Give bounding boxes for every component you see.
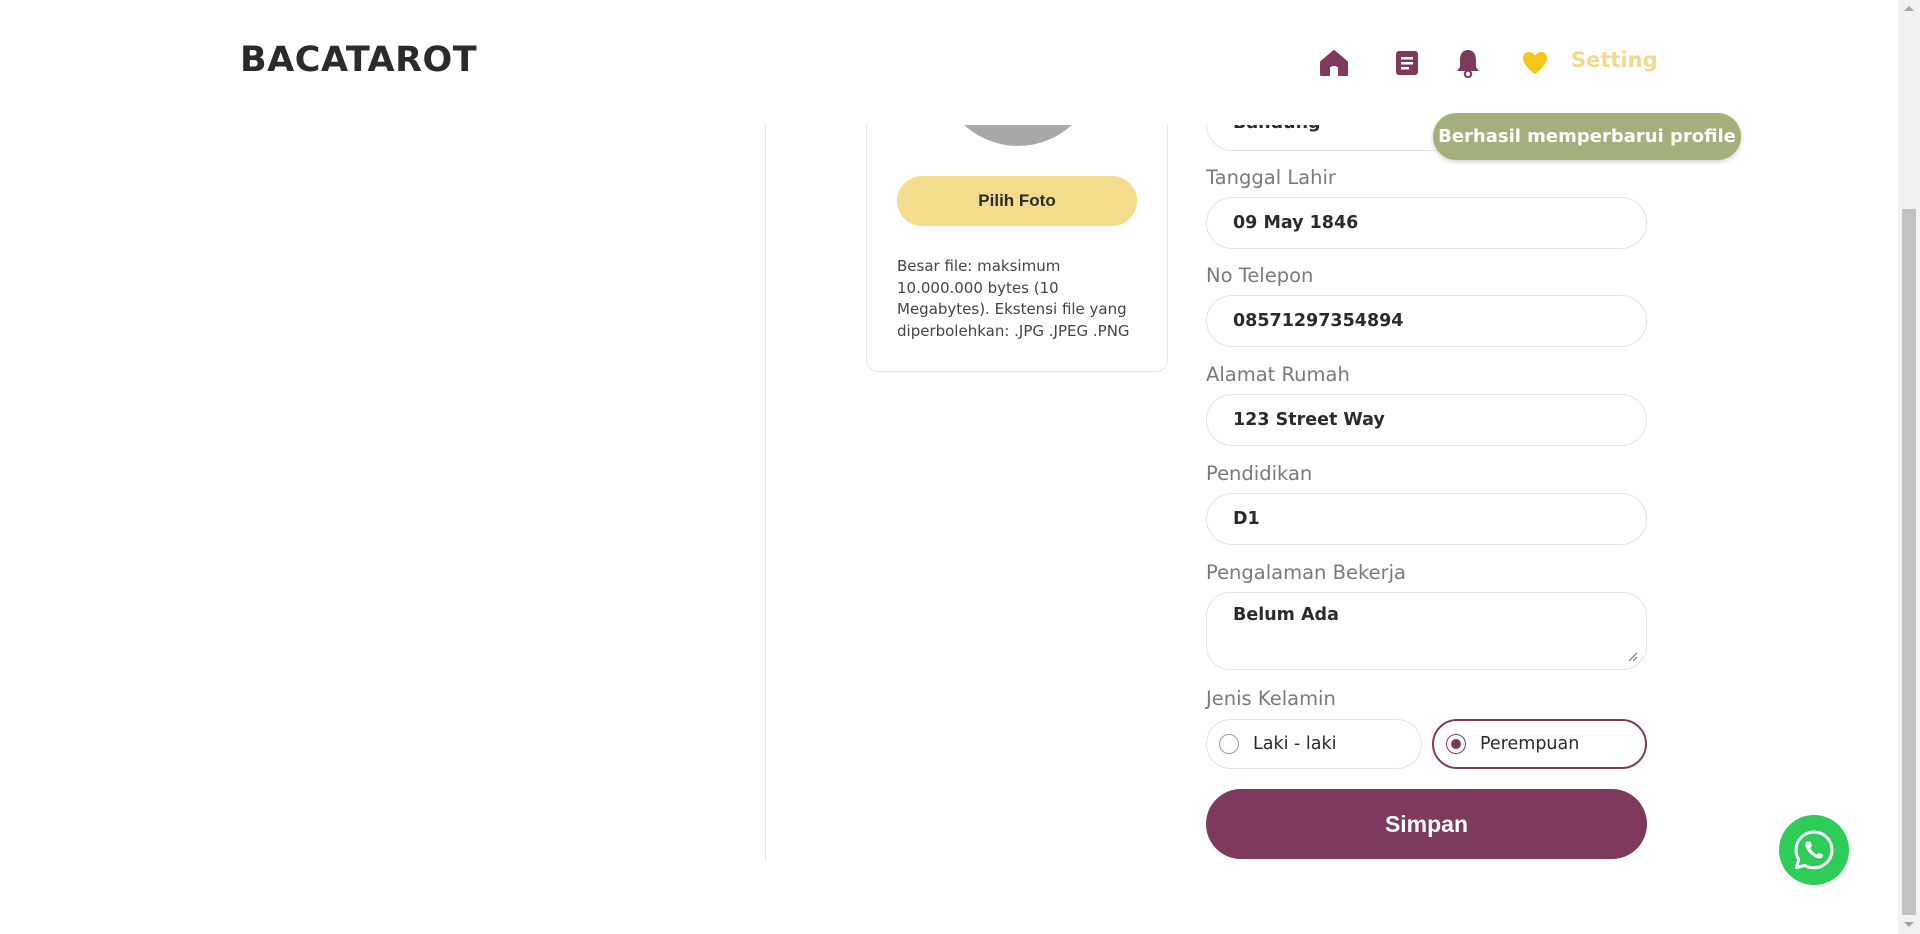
top-header: BACATAROT Setting bbox=[0, 0, 1898, 125]
address-input[interactable]: 123 Street Way bbox=[1206, 394, 1647, 446]
gender-option-male[interactable]: Laki - laki bbox=[1206, 719, 1422, 769]
nav-home[interactable] bbox=[1316, 45, 1352, 81]
gender-option-male-label: Laki - laki bbox=[1253, 734, 1337, 754]
experience-value: Belum Ada bbox=[1233, 605, 1339, 625]
address-label: Alamat Rumah bbox=[1206, 363, 1350, 386]
resize-grip-icon[interactable] bbox=[1628, 652, 1638, 662]
brand-logo[interactable]: BACATAROT bbox=[240, 40, 477, 80]
bell-icon bbox=[1457, 50, 1479, 78]
experience-label: Pengalaman Bekerja bbox=[1206, 561, 1406, 584]
file-size-note: Besar file: maksimum 10.000.000 bytes (1… bbox=[897, 257, 1130, 340]
nav-favorites[interactable] bbox=[1517, 45, 1553, 81]
save-button[interactable]: Simpan bbox=[1206, 789, 1647, 859]
nav-articles[interactable] bbox=[1389, 45, 1425, 81]
pick-photo-button[interactable]: Pilih Foto bbox=[897, 176, 1137, 226]
scroll-down-arrow-icon[interactable] bbox=[1904, 922, 1914, 927]
heart-icon bbox=[1523, 52, 1547, 74]
education-input[interactable]: D1 bbox=[1206, 493, 1647, 545]
home-icon bbox=[1320, 50, 1348, 76]
phone-input[interactable]: 08571297354894 bbox=[1206, 295, 1647, 347]
birthdate-input[interactable]: 09 May 1846 bbox=[1206, 197, 1647, 249]
experience-textarea[interactable]: Belum Ada bbox=[1206, 592, 1647, 670]
nav-setting[interactable]: Setting bbox=[1571, 48, 1658, 72]
scrollbar-thumb[interactable] bbox=[1902, 209, 1916, 915]
gender-option-female[interactable]: Perempuan bbox=[1432, 719, 1647, 769]
column-divider bbox=[765, 125, 766, 860]
education-value: D1 bbox=[1233, 509, 1260, 529]
radio-female[interactable] bbox=[1446, 734, 1466, 754]
success-toast: Berhasil memperbarui profile bbox=[1433, 113, 1741, 160]
document-icon bbox=[1396, 51, 1418, 75]
birthdate-value: 09 May 1846 bbox=[1233, 213, 1359, 233]
phone-value: 08571297354894 bbox=[1233, 311, 1404, 331]
radio-selected-dot bbox=[1451, 739, 1461, 749]
birthdate-label: Tanggal Lahir bbox=[1206, 166, 1336, 189]
gender-label: Jenis Kelamin bbox=[1206, 687, 1336, 710]
address-value: 123 Street Way bbox=[1233, 410, 1385, 430]
gender-option-female-label: Perempuan bbox=[1480, 734, 1580, 754]
whatsapp-button[interactable] bbox=[1779, 815, 1849, 885]
education-label: Pendidikan bbox=[1206, 462, 1313, 485]
nav-notifications[interactable] bbox=[1450, 45, 1486, 81]
whatsapp-icon bbox=[1794, 830, 1834, 870]
scroll-up-arrow-icon[interactable] bbox=[1904, 6, 1914, 11]
radio-male[interactable] bbox=[1219, 734, 1239, 754]
phone-label: No Telepon bbox=[1206, 264, 1314, 287]
